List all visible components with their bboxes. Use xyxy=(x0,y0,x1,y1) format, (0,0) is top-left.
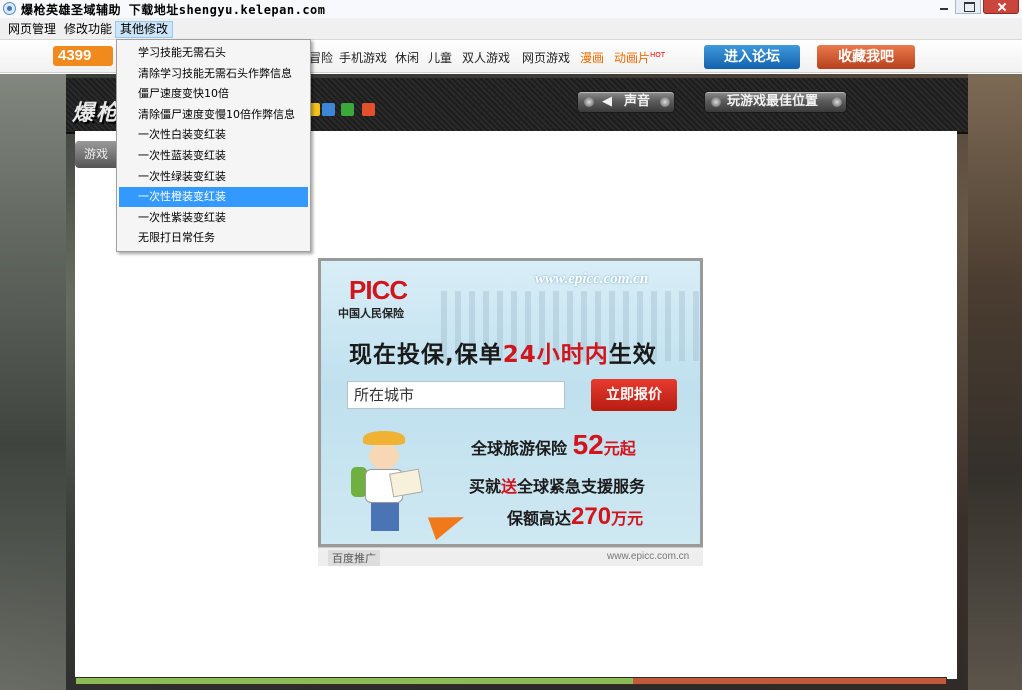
share-clover-icon[interactable] xyxy=(341,103,354,116)
ad-line-coverage: 保额高达270万元 xyxy=(507,503,643,531)
menu-modify-functions[interactable]: 修改功能 xyxy=(60,21,116,38)
game-logo: 爆枪 xyxy=(72,101,121,126)
ad-footer: 百度推广 www.epicc.com.cn xyxy=(318,547,703,566)
rivet-icon xyxy=(711,97,721,107)
ad-price: 52 xyxy=(572,429,604,460)
headline-highlight: 24小时内 xyxy=(502,342,609,368)
hot-badge: HOT xyxy=(650,51,666,59)
menu-bar: 网页管理 修改功能 其他修改 xyxy=(0,18,1022,40)
left-soldier-art xyxy=(0,74,66,690)
forum-button[interactable]: 进入论坛 xyxy=(704,45,800,69)
nav-link-web-games[interactable]: 网页游戏 xyxy=(522,49,570,66)
favorite-button[interactable]: 收藏我吧 xyxy=(817,45,915,69)
other-modify-dropdown: 学习技能无需石头 清除学习技能无需石头作弊信息 僵尸速度变快10倍 清除僵尸速度变慢1… xyxy=(116,39,311,252)
picc-logo: PICC xyxy=(349,275,408,305)
ad-line-text: 买就 xyxy=(469,477,502,496)
dropdown-item[interactable]: 一次性紫装变红装 xyxy=(119,208,308,228)
ad-url: www.epicc.com.cn xyxy=(535,271,649,287)
ad-price-unit: 元起 xyxy=(603,439,636,458)
ad-line-travel: 全球旅游保险 52元起 xyxy=(471,429,636,461)
ad-line-text: 全球旅游保险 xyxy=(471,439,568,458)
dropdown-item[interactable]: 一次性橙装变红装 xyxy=(119,187,308,208)
arrow-icon xyxy=(427,505,469,541)
loading-progress-fill xyxy=(76,678,633,684)
ad-coverage-amount: 270 xyxy=(571,503,612,530)
title-bar: 爆枪英雄圣域辅助 下载地址shengyu.kelepan.com xyxy=(0,0,1022,18)
dropdown-item[interactable]: 无限打日常任务 xyxy=(119,228,308,248)
ad-line-service: 买就送全球紧急支援服务 xyxy=(469,473,645,497)
ad-coverage-unit: 万元 xyxy=(611,509,644,528)
nav-link-cartoons[interactable]: 动画片HOT xyxy=(614,49,665,66)
close-button[interactable] xyxy=(983,0,1019,14)
maximize-button[interactable] xyxy=(955,0,981,14)
dropdown-item[interactable]: 僵尸速度变快10倍 xyxy=(119,84,308,104)
app-icon xyxy=(3,2,16,15)
dropdown-item[interactable]: 一次性蓝装变红装 xyxy=(119,146,308,166)
best-position-button[interactable]: 玩游戏最佳位置 xyxy=(704,91,847,113)
minimize-button[interactable] xyxy=(935,0,953,14)
menu-web-manage[interactable]: 网页管理 xyxy=(4,21,60,38)
nav-link-mobile[interactable]: 手机游戏 xyxy=(339,49,387,66)
ad-line-text: 保额高达 xyxy=(507,509,572,528)
nav-link-kids[interactable]: 儿童 xyxy=(428,49,452,66)
nav-link-cartoons-label: 动画片 xyxy=(614,51,651,65)
dropdown-item[interactable]: 一次性白装变红装 xyxy=(119,125,308,145)
nav-link-comics[interactable]: 漫画 xyxy=(580,49,604,66)
baidu-promo-label[interactable]: 百度推广 xyxy=(328,550,380,566)
sound-button-label: 声音 xyxy=(624,94,651,109)
picc-subtitle: 中国人民保险 xyxy=(338,307,404,320)
dropdown-item[interactable]: 学习技能无需石头 xyxy=(119,43,308,63)
dropdown-item[interactable]: 清除学习技能无需石头作弊信息 xyxy=(119,64,308,84)
window-title: 爆枪英雄圣域辅助 下载地址shengyu.kelepan.com xyxy=(21,3,326,17)
dropdown-item[interactable]: 一次性绿装变红装 xyxy=(119,167,308,187)
ad-line-text: 全球紧急支援服务 xyxy=(517,477,646,496)
menu-other-modify[interactable]: 其他修改 xyxy=(115,21,174,38)
nav-link-two-player[interactable]: 双人游戏 xyxy=(462,49,510,66)
picc-advertisement[interactable]: PICC 中国人民保险 www.epicc.com.cn 现在投保,保单24小时… xyxy=(318,258,703,547)
nav-link-casual[interactable]: 休闲 xyxy=(395,49,419,66)
ad-headline: 现在投保,保单24小时内生效 xyxy=(349,335,657,369)
share-blue-icon[interactable] xyxy=(322,103,335,116)
best-position-label: 玩游戏最佳位置 xyxy=(727,94,819,109)
rivet-icon xyxy=(832,97,842,107)
ad-footer-domain: www.epicc.com.cn xyxy=(607,551,690,562)
ad-line-highlight: 送 xyxy=(501,477,518,496)
quote-button[interactable]: 立即报价 xyxy=(591,379,677,411)
share-weibo-icon[interactable] xyxy=(362,103,375,116)
headline-part: 生效 xyxy=(608,342,657,368)
city-input[interactable]: 所在城市 xyxy=(347,381,565,409)
rivet-icon xyxy=(660,97,670,107)
traveler-illustration xyxy=(351,431,423,535)
headline-part: 现在投保,保单 xyxy=(349,342,503,368)
rivet-icon xyxy=(584,97,594,107)
site-logo[interactable]: 4399 xyxy=(53,46,113,66)
speaker-icon: ◀ xyxy=(602,94,612,109)
nav-link-adventure[interactable]: 冒险 xyxy=(309,49,333,66)
right-soldier-art xyxy=(968,74,1022,690)
sound-button[interactable]: ◀ 声音 xyxy=(577,91,675,113)
loading-progress-bar xyxy=(75,677,947,685)
dropdown-item[interactable]: 清除僵尸速度变慢10倍作弊信息 xyxy=(119,105,308,125)
